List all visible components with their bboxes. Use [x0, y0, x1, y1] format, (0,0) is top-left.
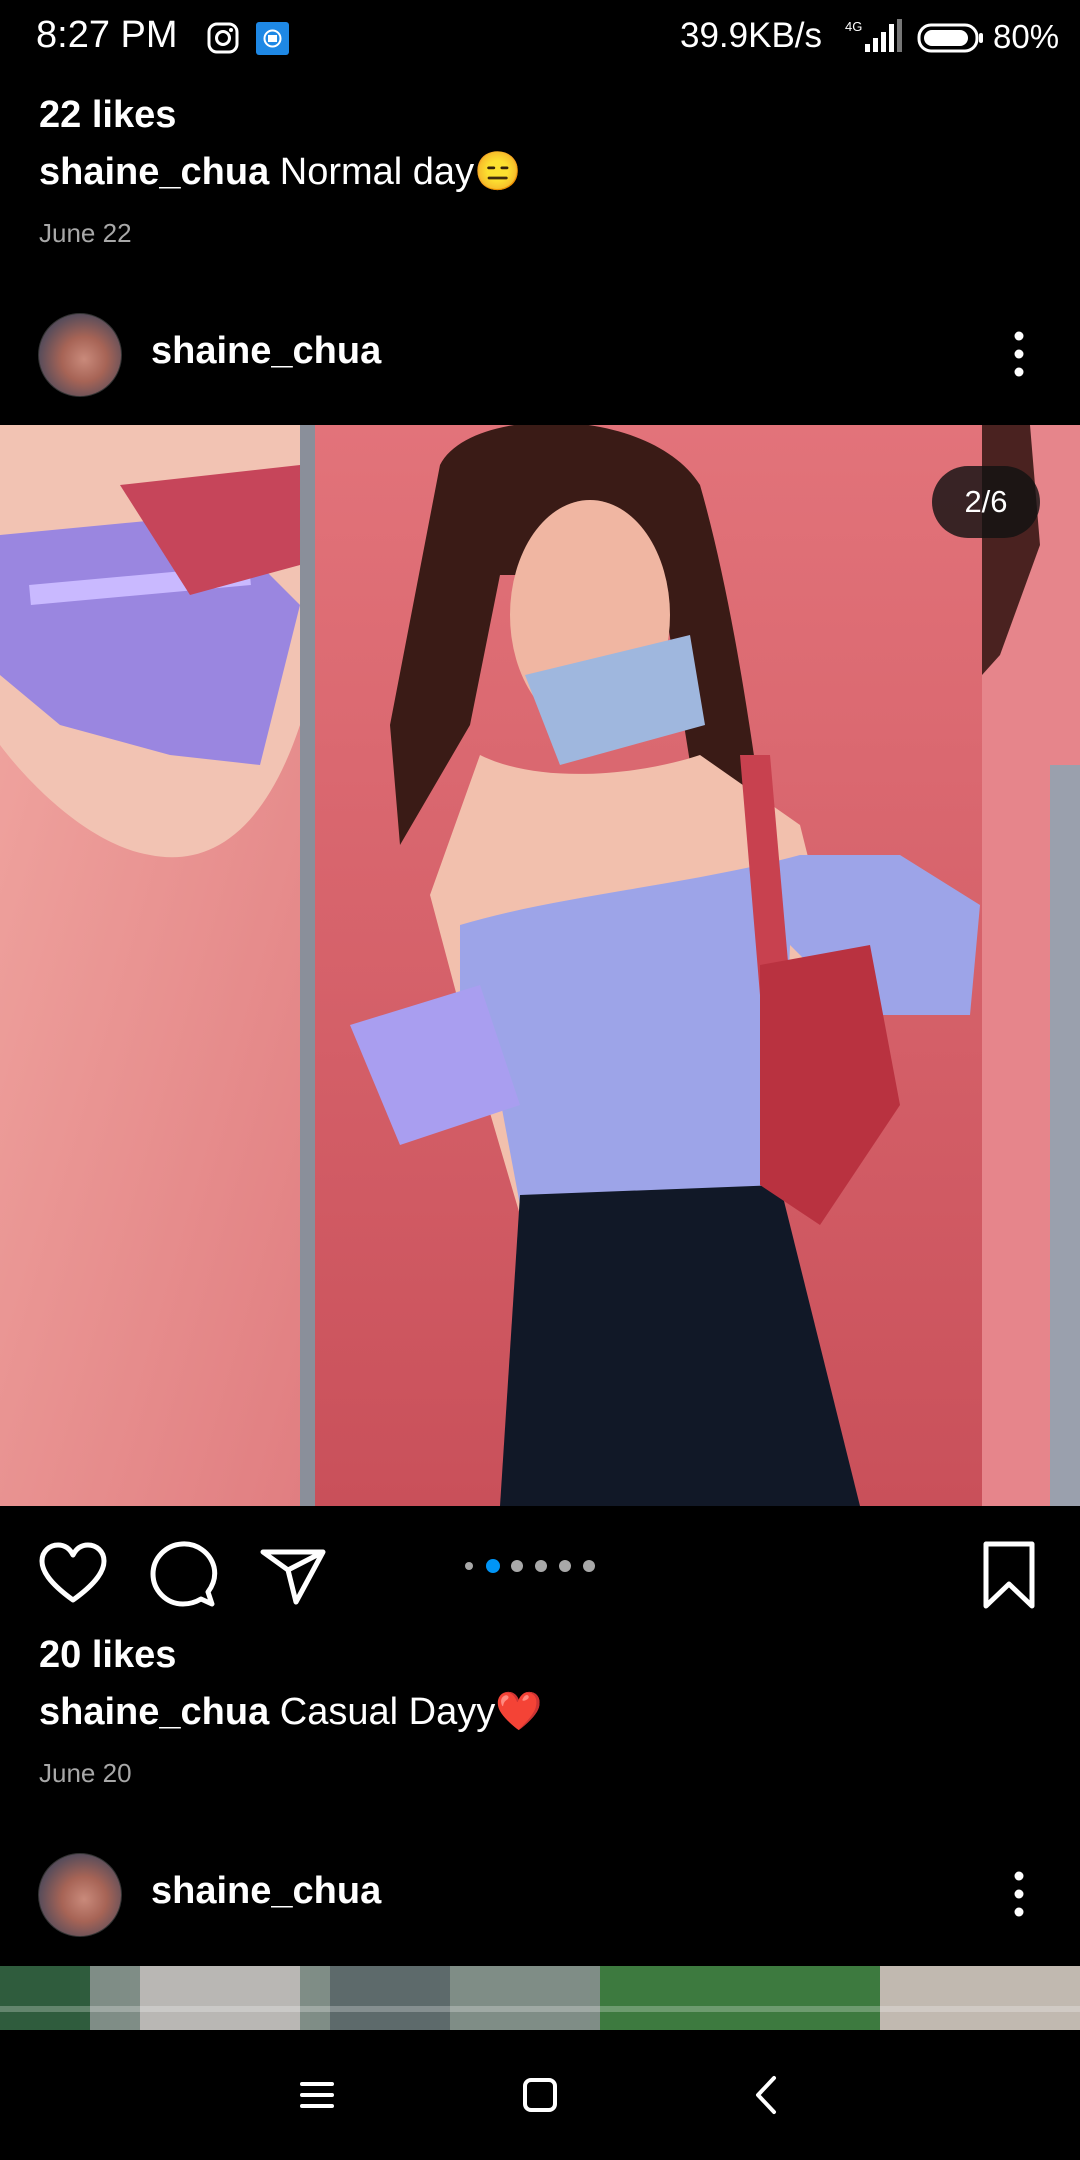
carousel-dot: [511, 1560, 523, 1572]
previous-post-likes[interactable]: 22 likes: [39, 94, 176, 137]
caption-username[interactable]: shaine_chua: [39, 151, 269, 193]
app-notification-icon: [256, 22, 289, 55]
network-type: 4G: [845, 19, 862, 34]
share-icon[interactable]: [258, 1540, 328, 1610]
avatar[interactable]: [38, 1853, 122, 1937]
carousel-dot: [535, 1560, 547, 1572]
battery-icon: [917, 23, 983, 53]
status-time: 8:27 PM: [36, 14, 178, 56]
caption-username[interactable]: shaine_chua: [39, 1691, 269, 1733]
like-icon[interactable]: [38, 1540, 108, 1610]
next-post-username[interactable]: shaine_chua: [151, 1870, 381, 1913]
home-icon[interactable]: [513, 2068, 567, 2122]
save-icon[interactable]: [974, 1540, 1044, 1610]
previous-post-date: June 22: [39, 218, 132, 248]
network-speed: 39.9KB/s: [680, 16, 823, 55]
post-photo: [0, 425, 1080, 1506]
signal-icon: 4G: [845, 19, 902, 52]
more-options-icon[interactable]: [1004, 1864, 1034, 1924]
carousel-dot-active: [486, 1559, 500, 1573]
carousel-indicator: [465, 1559, 595, 1573]
caption-text: Normal day😑: [279, 151, 522, 193]
carousel-dot: [583, 1560, 595, 1572]
menu-icon[interactable]: [290, 2068, 344, 2122]
carousel-dot: [559, 1560, 571, 1572]
next-post-image[interactable]: [0, 1966, 1080, 2030]
avatar[interactable]: [38, 313, 122, 397]
next-post-photo: [0, 1966, 1080, 2030]
status-bar: 8:27 PM 39.9KB/s 4G 80%: [0, 0, 1080, 76]
back-icon[interactable]: [740, 2068, 794, 2122]
caption-text: Casual Dayy❤️: [279, 1691, 543, 1733]
more-options-icon[interactable]: [1004, 324, 1034, 384]
post-date: June 20: [39, 1758, 132, 1788]
previous-post-caption: shaine_chua Normal day😑: [39, 150, 521, 194]
battery-percent: 80%: [993, 18, 1060, 55]
post-image[interactable]: [0, 425, 1080, 1506]
post-caption: shaine_chua Casual Dayy❤️: [39, 1690, 543, 1734]
comment-icon[interactable]: [148, 1540, 218, 1610]
instagram-icon: [207, 22, 239, 54]
image-counter: 2/6: [932, 466, 1040, 538]
post-username[interactable]: shaine_chua: [151, 330, 381, 373]
carousel-dot: [465, 1562, 473, 1570]
post-likes[interactable]: 20 likes: [39, 1634, 176, 1677]
